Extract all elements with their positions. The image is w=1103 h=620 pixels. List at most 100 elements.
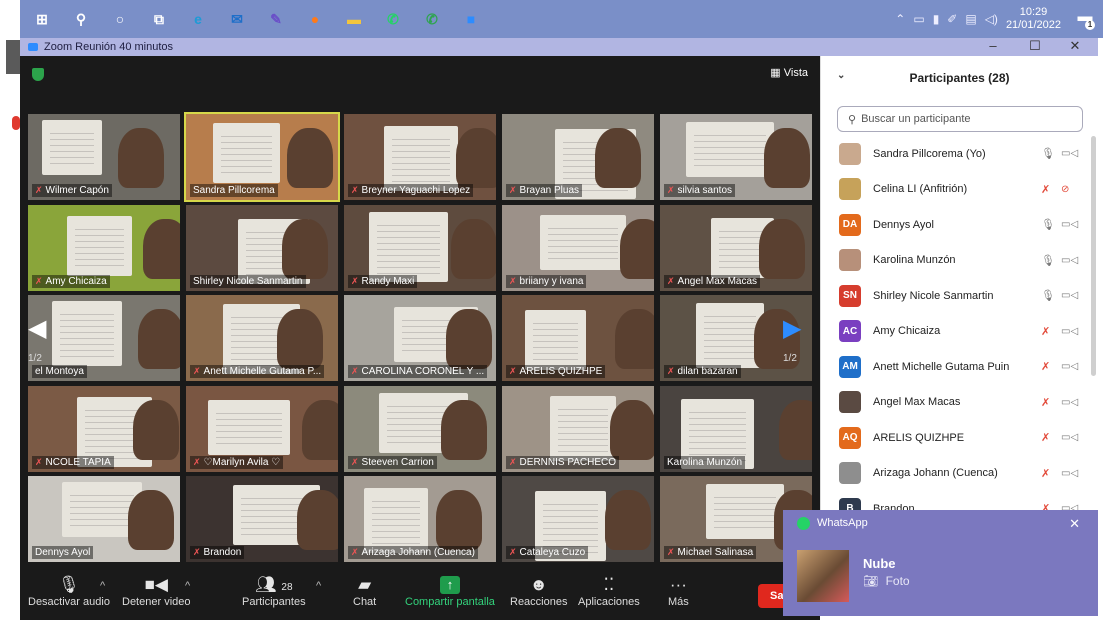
video-tile[interactable]: ✗ ARELIS QUIZHPE: [502, 295, 654, 381]
notification-center[interactable]: ▬ 1: [1075, 8, 1095, 30]
mic-icon[interactable]: 🎙︎: [1041, 289, 1055, 302]
muted-mic-icon[interactable]: ✗: [1041, 467, 1050, 480]
close-notification-icon[interactable]: ✕: [1069, 516, 1080, 532]
chevron-down-icon[interactable]: ⌄: [837, 70, 845, 81]
whatsapp-notification[interactable]: WhatsApp ✕ Nube 📷︎ Foto: [783, 510, 1098, 616]
edge-icon[interactable]: e: [186, 7, 210, 31]
participant-row[interactable]: Karolina Munzón 🎙︎ ▭◁: [821, 243, 1091, 279]
desktop-left-edge: [0, 0, 20, 620]
participant-search-input[interactable]: ⚲ Buscar un participante: [837, 106, 1083, 132]
video-icon[interactable]: ▭◁: [1061, 432, 1078, 443]
mic-icon[interactable]: 🎙︎: [1041, 254, 1055, 267]
network-icon[interactable]: ▤: [965, 12, 976, 26]
mail-icon[interactable]: ✉: [225, 7, 249, 31]
stop-video-button[interactable]: ■◀ Detener video: [122, 574, 191, 608]
video-tile[interactable]: ✗ NCOLE TAPIA: [28, 385, 180, 472]
participants-options-caret[interactable]: ^: [316, 580, 321, 592]
video-tile[interactable]: ✗ Steeven Carrion: [344, 385, 496, 472]
firefox-icon[interactable]: ●: [303, 7, 327, 31]
participant-row[interactable]: Arizaga Johann (Cuenca) ✗ ▭◁: [821, 456, 1091, 492]
video-icon[interactable]: ▭◁: [1061, 290, 1078, 301]
video-icon[interactable]: ▭◁: [1061, 219, 1078, 230]
muted-mic-icon[interactable]: ✗: [1041, 396, 1050, 409]
share-screen-button[interactable]: ↑ Compartir pantalla: [405, 574, 495, 608]
participant-row[interactable]: Celina LI (Anfitrión) ✗ ⊘: [821, 172, 1091, 208]
file-explorer-icon[interactable]: ▬: [342, 7, 366, 31]
more-button[interactable]: ··· Más: [668, 574, 689, 608]
video-tile[interactable]: ✗ Brayan Pluas: [502, 114, 654, 200]
participant-row[interactable]: AQ ARELIS QUIZHPE ✗ ▭◁: [821, 420, 1091, 456]
mic-tray-icon[interactable]: ▮: [933, 12, 940, 26]
mic-icon[interactable]: 🎙︎: [1041, 147, 1055, 160]
video-tile[interactable]: ✗ Brandon: [186, 476, 338, 562]
participant-row[interactable]: DA Dennys Ayol 🎙︎ ▭◁: [821, 207, 1091, 243]
whatsapp-business-icon[interactable]: ✆: [420, 7, 444, 31]
muted-mic-icon[interactable]: ✗: [1041, 360, 1050, 373]
video-icon[interactable]: ▭◁: [1061, 361, 1078, 372]
minimize-button[interactable]: –: [978, 38, 1008, 56]
video-icon[interactable]: ▭◁: [1061, 255, 1078, 266]
video-icon[interactable]: ▭◁: [1061, 326, 1078, 337]
video-off-icon[interactable]: ⊘: [1061, 184, 1069, 195]
maximize-button[interactable]: ☐: [1020, 38, 1050, 56]
zoom-icon[interactable]: ■: [459, 7, 483, 31]
muted-mic-icon[interactable]: ✗: [1041, 183, 1050, 196]
audio-options-caret[interactable]: ^: [100, 580, 105, 592]
whatsapp-icon[interactable]: ✆: [381, 7, 405, 31]
chevron-up-icon[interactable]: ⌃: [895, 12, 905, 26]
video-icon[interactable]: ▭◁: [1061, 397, 1078, 408]
previous-page-button[interactable]: ◀ 1/2: [28, 314, 46, 364]
video-tile[interactable]: ✗ silvia santos: [660, 114, 812, 200]
video-tile[interactable]: ✗ Breyner Yaguachi Lopez: [344, 114, 496, 200]
encryption-shield-icon[interactable]: [32, 68, 44, 81]
video-icon[interactable]: ▭◁: [1061, 503, 1078, 510]
reactions-button[interactable]: ☻ Reacciones: [510, 574, 567, 608]
pen-app-icon[interactable]: ✎: [264, 7, 288, 31]
video-tile[interactable]: ✗ Arizaga Johann (Cuenca): [344, 476, 496, 562]
view-button[interactable]: ▦ Vista: [770, 66, 808, 79]
cortana-icon[interactable]: ○: [108, 7, 132, 31]
muted-mic-icon[interactable]: ✗: [1041, 502, 1050, 510]
participant-row[interactable]: Angel Max Macas ✗ ▭◁: [821, 385, 1091, 421]
video-icon[interactable]: ▭◁: [1061, 468, 1078, 479]
pen-tray-icon[interactable]: ✐: [947, 12, 957, 26]
video-tile[interactable]: ✗ CAROLINA CORONEL Y ...: [344, 295, 496, 381]
participant-row[interactable]: B Brandon ✗ ▭◁: [821, 491, 1091, 510]
apps-button[interactable]: ⁚⁚ Aplicaciones: [578, 574, 640, 608]
video-icon[interactable]: ▭◁: [1061, 148, 1078, 159]
next-page-button[interactable]: ▶ 1/2: [783, 314, 801, 364]
participant-row[interactable]: AM Anett Michelle Gutama Puin ✗ ▭◁: [821, 349, 1091, 385]
video-tile[interactable]: Karolina Munzón: [660, 385, 812, 472]
video-tile[interactable]: Dennys Ayol: [28, 476, 180, 562]
mute-button[interactable]: 🎙︎ Desactivar audio: [28, 574, 110, 608]
video-tile[interactable]: ✗ ♡Marilyn Avila ♡: [186, 385, 338, 472]
mic-icon[interactable]: 🎙︎: [1041, 218, 1055, 231]
close-button[interactable]: ✕: [1060, 38, 1090, 56]
participants-button[interactable]: 👥︎ 28 Participantes: [242, 574, 306, 608]
video-tile[interactable]: Shirley Nicole Sanmartin: [186, 204, 338, 291]
volume-icon[interactable]: ◁): [985, 12, 998, 26]
windows-start-icon[interactable]: ⊞: [30, 7, 54, 31]
video-tile[interactable]: ✗ Amy Chicaiza: [28, 204, 180, 291]
participant-row[interactable]: AC Amy Chicaiza ✗ ▭◁: [821, 314, 1091, 350]
video-tile[interactable]: ✗ Cataleya Cuzo: [502, 476, 654, 562]
video-options-caret[interactable]: ^: [185, 580, 190, 592]
video-tile[interactable]: ✗ DERNNIS PACHECO: [502, 385, 654, 472]
video-tile[interactable]: ✗ Angel Max Macas: [660, 204, 812, 291]
clock[interactable]: 10:29 21/01/2022: [1006, 6, 1061, 32]
video-tile[interactable]: el Montoya: [28, 295, 180, 381]
video-tile[interactable]: ✗ briiany y ivana: [502, 204, 654, 291]
muted-mic-icon[interactable]: ✗: [1041, 325, 1050, 338]
participants-scrollbar[interactable]: [1091, 136, 1096, 376]
video-tile[interactable]: ✗ Randy Maxi: [344, 204, 496, 291]
battery-icon[interactable]: ▭: [913, 12, 924, 26]
search-icon[interactable]: ⚲: [69, 7, 93, 31]
video-tile[interactable]: Sandra Pillcorema: [184, 112, 340, 202]
task-view-icon[interactable]: ⧉: [147, 7, 171, 31]
video-tile[interactable]: ✗ Wilmer Capón: [28, 114, 180, 200]
chat-button[interactable]: ▰ Chat: [353, 574, 376, 608]
participant-row[interactable]: SN Shirley Nicole Sanmartin 🎙︎ ▭◁: [821, 278, 1091, 314]
muted-mic-icon[interactable]: ✗: [1041, 431, 1050, 444]
participant-row[interactable]: Sandra Pillcorema (Yo) 🎙︎ ▭◁: [821, 136, 1091, 172]
video-tile[interactable]: ✗ Anett Michelle Gutama P...: [186, 295, 338, 381]
